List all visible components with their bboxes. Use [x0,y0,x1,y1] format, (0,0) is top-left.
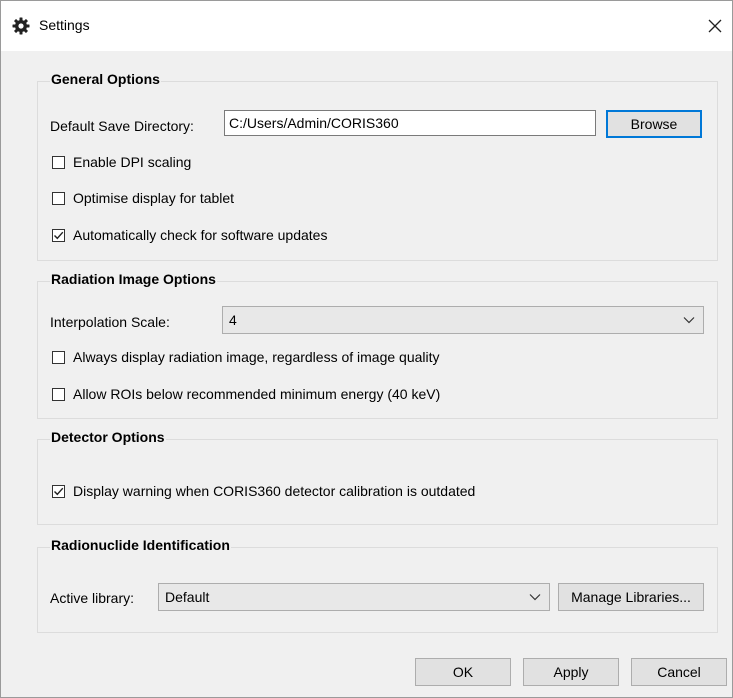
manage-libraries-button[interactable]: Manage Libraries... [558,583,704,611]
dpi-scaling-label: Enable DPI scaling [73,154,192,170]
title-bar: Settings [1,1,732,51]
auto-update-checkbox[interactable] [52,228,65,242]
allow-rois-checkbox[interactable] [52,387,65,401]
calibration-warning-label: Display warning when CORIS360 detector c… [73,483,476,499]
radiation-options-group: Radiation Image Options Interpolation Sc… [37,271,718,419]
gear-icon [12,17,30,35]
checkmark-icon [54,231,64,239]
tablet-display-checkbox[interactable] [52,191,65,205]
dpi-scaling-checkbox-row[interactable]: Enable DPI scaling [52,153,191,171]
allow-rois-label: Allow ROIs below recommended minimum ene… [73,386,441,402]
tablet-display-label: Optimise display for tablet [73,190,235,206]
chevron-down-icon [683,317,695,324]
apply-button[interactable]: Apply [523,658,619,686]
settings-dialog: Settings General Options Default Save Di… [0,0,733,698]
detector-options-title: Detector Options [50,429,166,445]
interpolation-scale-label: Interpolation Scale: [50,314,170,330]
always-display-checkbox-row[interactable]: Always display radiation image, regardle… [52,348,440,366]
radionuclide-group: Radionuclide Identification Active libra… [37,537,718,633]
always-display-checkbox[interactable] [52,350,65,364]
calibration-warning-checkbox[interactable] [52,484,65,498]
detector-options-group: Detector Options Display warning when CO… [37,429,718,525]
window-title: Settings [39,17,90,33]
active-library-dropdown[interactable]: Default [158,583,550,611]
general-options-group: General Options Default Save Directory: … [37,71,718,261]
interpolation-scale-dropdown[interactable]: 4 [222,306,704,334]
save-directory-input[interactable]: C:/Users/Admin/CORIS360 [224,110,596,136]
auto-update-checkbox-row[interactable]: Automatically check for software updates [52,226,327,244]
active-library-value: Default [165,589,210,605]
calibration-warning-checkbox-row[interactable]: Display warning when CORIS360 detector c… [52,482,475,500]
cancel-button[interactable]: Cancel [631,658,727,686]
ok-button[interactable]: OK [415,658,511,686]
browse-button[interactable]: Browse [606,110,702,138]
active-library-label: Active library: [50,590,135,606]
checkmark-icon [54,487,64,495]
close-icon [708,19,722,33]
radiation-options-title: Radiation Image Options [50,271,217,287]
tablet-display-checkbox-row[interactable]: Optimise display for tablet [52,189,234,207]
chevron-down-icon [529,594,541,601]
radionuclide-title: Radionuclide Identification [50,537,231,553]
allow-rois-checkbox-row[interactable]: Allow ROIs below recommended minimum ene… [52,385,440,403]
always-display-label: Always display radiation image, regardle… [73,349,440,365]
close-button[interactable] [698,11,732,41]
auto-update-label: Automatically check for software updates [73,227,328,243]
interpolation-scale-value: 4 [229,312,237,328]
general-options-title: General Options [50,71,161,87]
save-directory-label: Default Save Directory: [50,118,194,134]
dpi-scaling-checkbox[interactable] [52,155,65,169]
